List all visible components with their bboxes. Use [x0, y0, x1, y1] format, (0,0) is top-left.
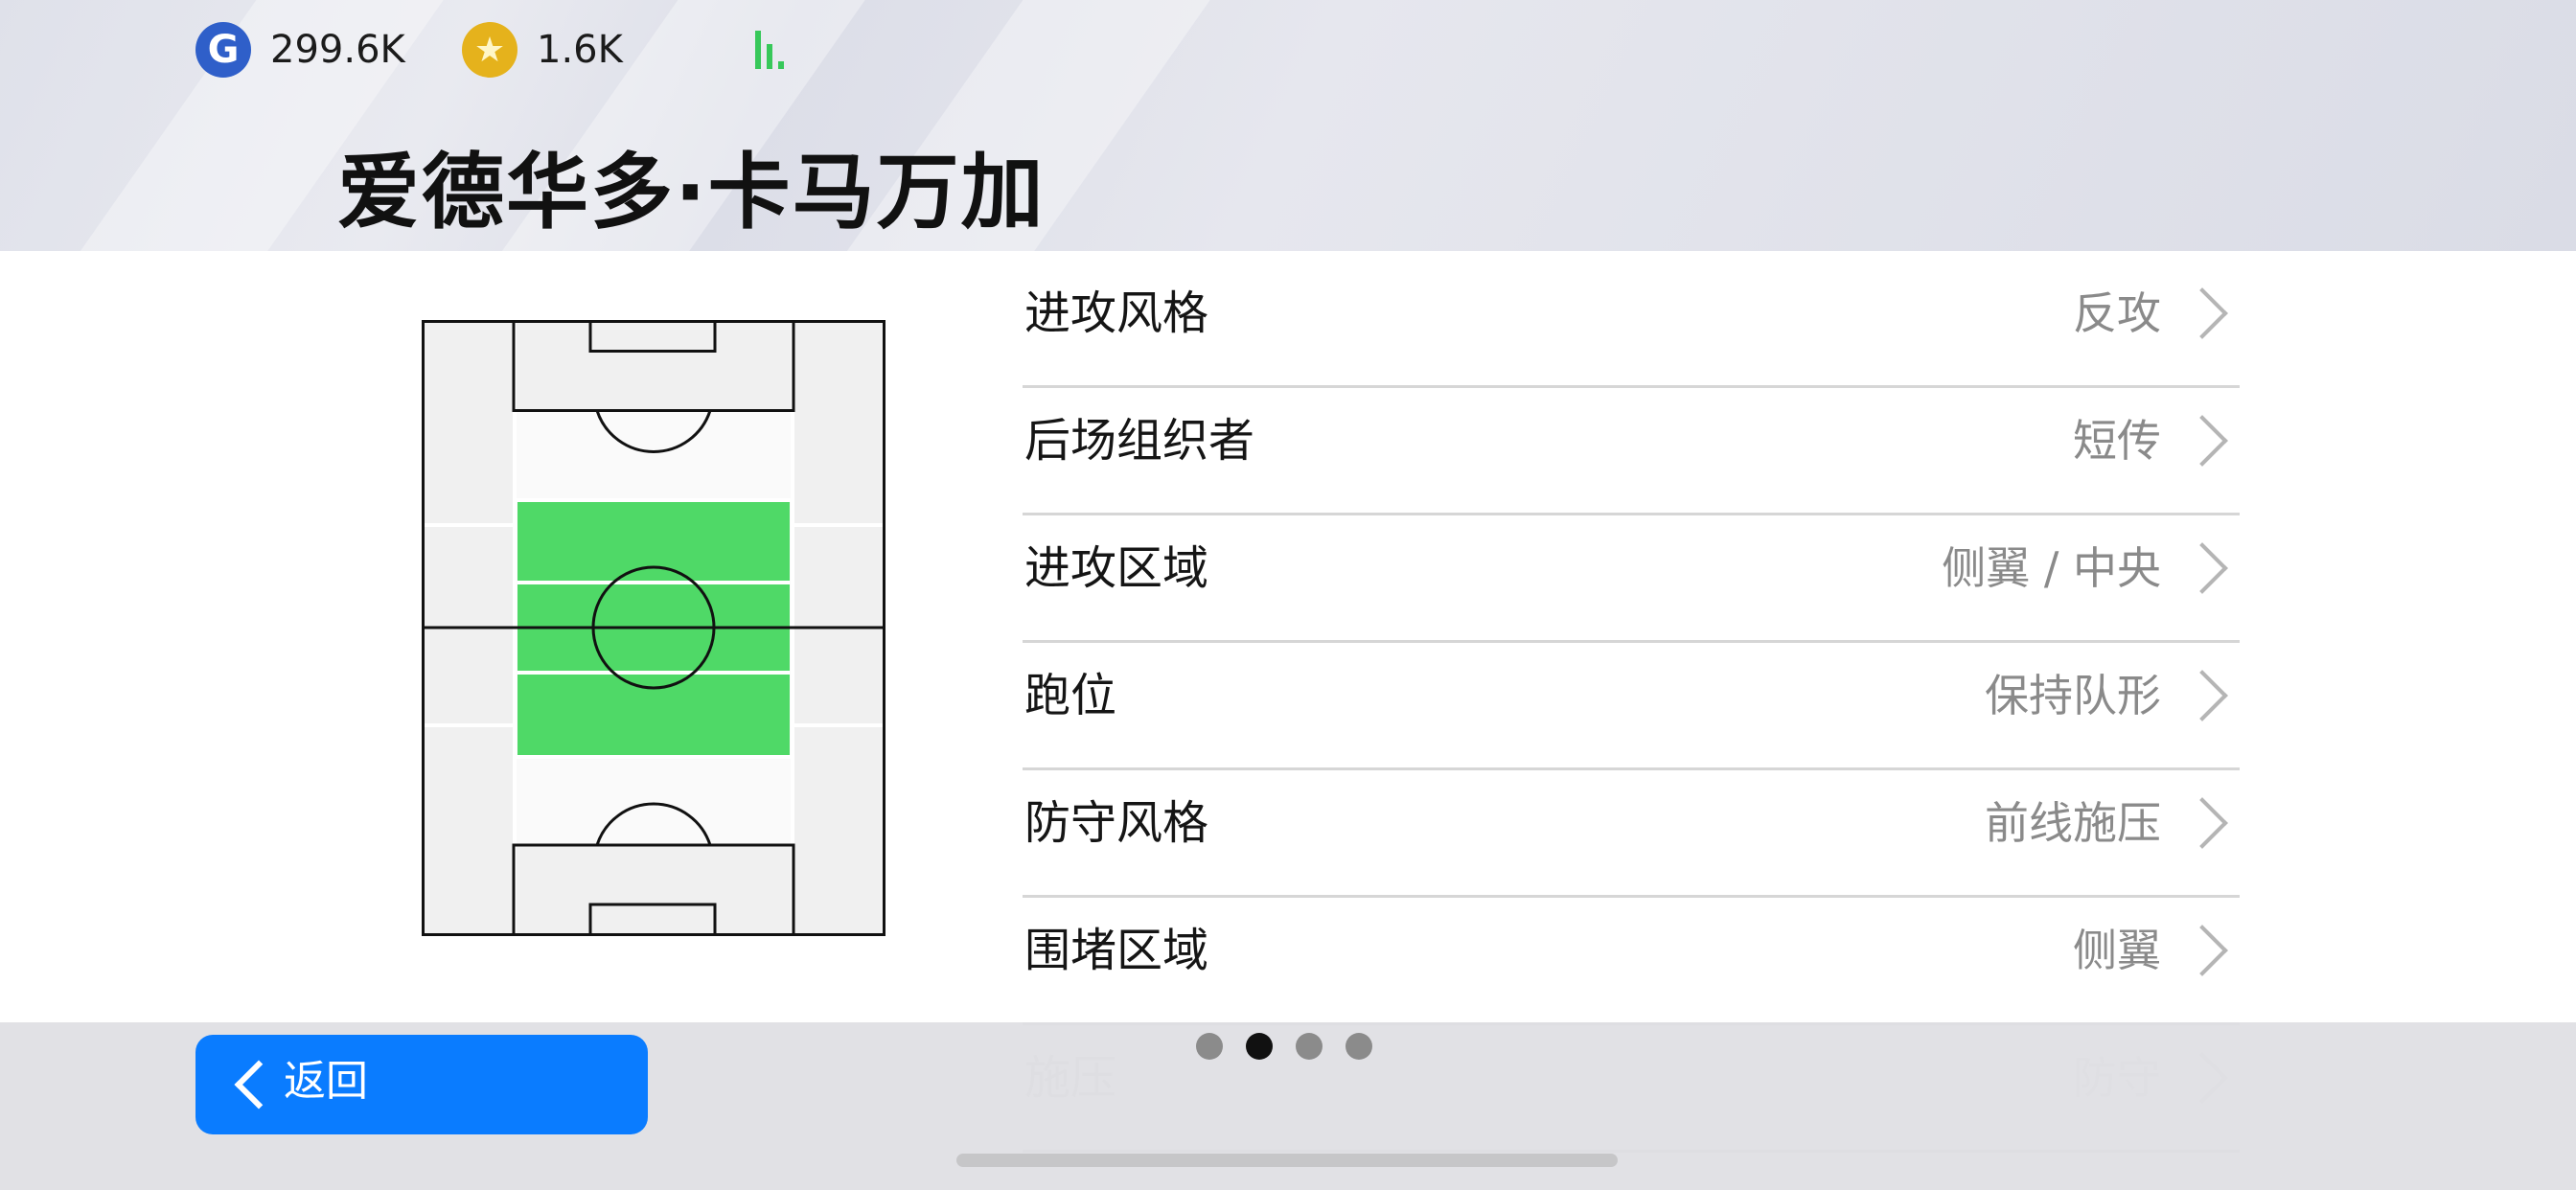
tactics-list: 进攻风格 反攻 后场组织者 短传 进攻区域 侧翼 / 中央 跑位 保持队形 防守… — [1023, 261, 2240, 1153]
setting-label: 围堵区域 — [1024, 924, 1209, 977]
gp-balance: G 299.6K — [196, 21, 405, 79]
setting-label: 跑位 — [1024, 669, 1117, 722]
setting-row-attacking-area[interactable]: 进攻区域 侧翼 / 中央 — [1023, 515, 2240, 643]
page-dot[interactable] — [1346, 1033, 1372, 1060]
setting-row-containment-area[interactable]: 围堵区域 侧翼 — [1023, 898, 2240, 1025]
chevron-right-icon — [2176, 415, 2228, 467]
setting-value: 保持队形 — [1985, 670, 2161, 721]
chevron-right-icon — [2176, 925, 2228, 976]
setting-row-build-up[interactable]: 后场组织者 短传 — [1023, 388, 2240, 515]
signal-bars-icon — [753, 29, 792, 69]
back-button[interactable]: 返回 — [196, 1035, 648, 1134]
page-title: 爱德华多·卡马万加 — [337, 145, 1046, 240]
setting-row-defensive-style[interactable]: 防守风格 前线施压 — [1023, 770, 2240, 898]
setting-row-positioning[interactable]: 跑位 保持队形 — [1023, 643, 2240, 770]
setting-value: 侧翼 — [2073, 925, 2161, 976]
page-dot-active[interactable] — [1246, 1033, 1273, 1060]
setting-label: 进攻风格 — [1024, 286, 1209, 340]
page-dot[interactable] — [1296, 1033, 1322, 1060]
coin-balance: ★ 1.6K — [462, 21, 623, 79]
star-coin-icon: ★ — [462, 22, 518, 78]
setting-value: 前线施压 — [1985, 797, 2161, 849]
chevron-left-icon — [234, 1060, 284, 1110]
setting-row-attacking-style[interactable]: 进攻风格 反攻 — [1023, 261, 2240, 388]
setting-value: 侧翼 / 中央 — [1942, 542, 2161, 594]
chevron-right-icon — [2176, 287, 2228, 339]
back-button-label: 返回 — [284, 1057, 368, 1106]
chevron-right-icon — [2176, 670, 2228, 721]
g-coin-icon: G — [196, 22, 251, 78]
header: G 299.6K ★ 1.6K 爱德华多·卡马万加 — [0, 0, 2576, 251]
setting-value: 短传 — [2073, 415, 2161, 467]
chevron-right-icon — [2176, 797, 2228, 849]
page-dot[interactable] — [1196, 1033, 1223, 1060]
coin-value: 1.6K — [537, 28, 623, 72]
home-indicator[interactable] — [956, 1154, 1618, 1167]
gp-value: 299.6K — [270, 28, 405, 72]
setting-label: 后场组织者 — [1024, 414, 1255, 468]
pitch-diagram — [422, 320, 886, 936]
page-indicator — [1196, 1033, 1372, 1060]
setting-label: 进攻区域 — [1024, 541, 1209, 595]
chevron-right-icon — [2176, 542, 2228, 594]
pitch-svg — [422, 320, 886, 936]
setting-label: 防守风格 — [1024, 796, 1209, 850]
setting-value: 反攻 — [2073, 287, 2161, 339]
